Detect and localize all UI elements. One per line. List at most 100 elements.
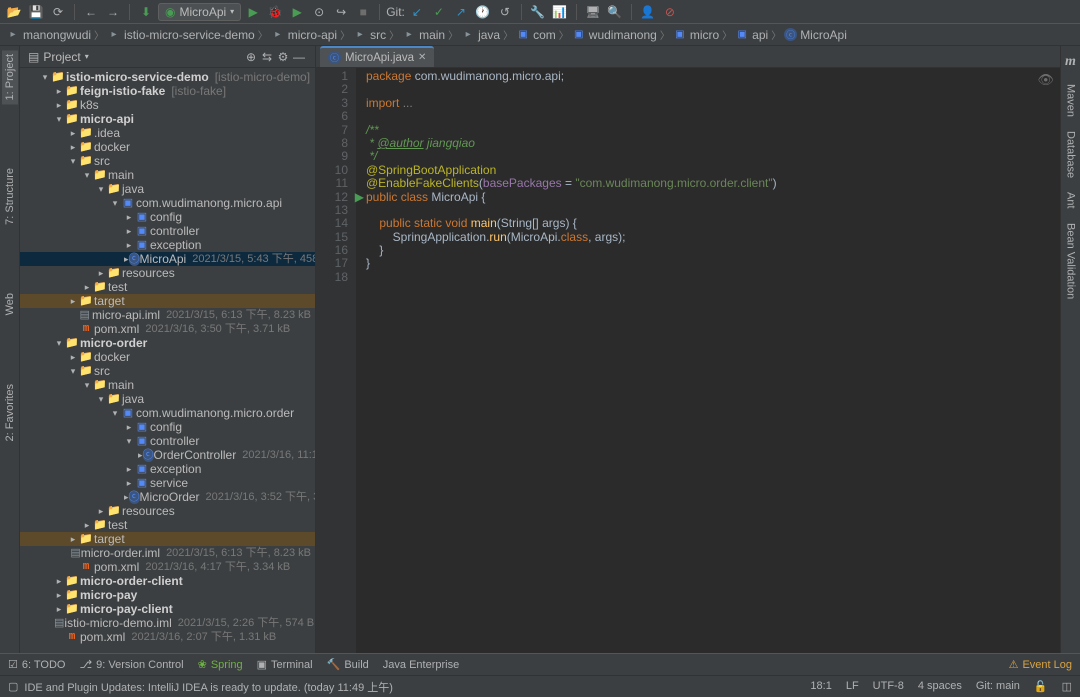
tree-row[interactable]: ▸ⓒMicroApi2021/3/15, 5:43 下午, 458 B	[20, 252, 315, 266]
tree-row[interactable]: ▾📁micro-order	[20, 336, 315, 350]
tree-row[interactable]: ▸ⓒMicroOrder2021/3/16, 3:52 下午, 345 B	[20, 490, 315, 504]
breadcrumb-item[interactable]: ▣wudimanong	[572, 28, 657, 42]
tree-row[interactable]: ▸📁micro-order-client	[20, 574, 315, 588]
git-rollback-icon[interactable]: ↺	[495, 2, 515, 22]
tree-row[interactable]: mpom.xml2021/3/16, 2:07 下午, 1.31 kB	[20, 630, 315, 644]
run-config-selector[interactable]: ◉MicroApi▾	[158, 3, 241, 21]
tree-row[interactable]: mpom.xml2021/3/16, 4:17 下午, 3.34 kB	[20, 560, 315, 574]
git-update-icon[interactable]: ↙	[407, 2, 427, 22]
project-tree[interactable]: ▾📁istio-micro-service-demo[istio-micro-d…	[20, 68, 315, 653]
forward-icon[interactable]: →	[103, 2, 123, 22]
tree-row[interactable]: ▸📁.idea	[20, 126, 315, 140]
breadcrumb-item[interactable]: ▸istio-micro-service-demo	[107, 28, 255, 42]
ide-icon[interactable]: 🖥	[583, 2, 603, 22]
back-icon[interactable]: ←	[81, 2, 101, 22]
settings-icon[interactable]: 🔧	[528, 2, 548, 22]
breadcrumb-item[interactable]: ▣micro	[673, 28, 719, 42]
tree-row[interactable]: ▤micro-order.iml2021/3/15, 6:13 下午, 8.23…	[20, 546, 315, 560]
tree-row[interactable]: ▸📁target	[20, 294, 315, 308]
tab-web[interactable]: Web	[2, 289, 18, 319]
tree-row[interactable]: ▸▣exception	[20, 462, 315, 476]
inspection-icon[interactable]: 👁	[1037, 72, 1054, 88]
project-panel-title[interactable]: ▤ Project ▾	[28, 50, 89, 64]
save-icon[interactable]: 💾	[26, 2, 46, 22]
tw-eventlog[interactable]: ⚠ Event Log	[1009, 658, 1072, 671]
breadcrumb-item[interactable]: ▣com	[516, 28, 556, 42]
tree-row[interactable]: ▸▣config	[20, 210, 315, 224]
tree-row[interactable]: ▸📁docker	[20, 350, 315, 364]
refresh-icon[interactable]: ⟳	[48, 2, 68, 22]
tree-row[interactable]: ▸📁micro-pay	[20, 588, 315, 602]
tab-maven-label[interactable]: Maven	[1063, 80, 1079, 121]
attach-icon[interactable]: ↪	[331, 2, 351, 22]
tree-row[interactable]: ▸▣service	[20, 476, 315, 490]
tree-row[interactable]: ▾📁micro-api	[20, 112, 315, 126]
status-icon[interactable]: ▢	[8, 680, 18, 693]
settings-icon[interactable]: ⚙	[275, 49, 291, 65]
tree-row[interactable]: ▾📁main	[20, 168, 315, 182]
git-push-icon[interactable]: ↗	[451, 2, 471, 22]
tab-database[interactable]: Database	[1063, 127, 1079, 182]
project-structure-icon[interactable]: 📊	[550, 2, 570, 22]
caret-position[interactable]: 18:1	[810, 680, 831, 693]
tree-row[interactable]: ▤micro-api.iml2021/3/15, 6:13 下午, 8.23 k…	[20, 308, 315, 322]
breadcrumb-item[interactable]: ▸micro-api	[271, 28, 337, 42]
open-icon[interactable]: 📂	[4, 2, 24, 22]
tree-row[interactable]: ▸📁test	[20, 280, 315, 294]
close-tab-icon[interactable]: ✕	[418, 52, 426, 63]
tree-row[interactable]: ▾▣controller	[20, 434, 315, 448]
tw-terminal[interactable]: ▣ Terminal	[257, 658, 313, 671]
tree-row[interactable]: ▸📁k8s	[20, 98, 315, 112]
tree-row[interactable]: ▾📁src	[20, 364, 315, 378]
breadcrumb-item[interactable]: ▣api	[735, 28, 768, 42]
tab-bean-validation[interactable]: Bean Validation	[1063, 219, 1079, 303]
tw-vcs[interactable]: ⎇ 9: Version Control	[79, 658, 183, 671]
tree-row[interactable]: ▸▣exception	[20, 238, 315, 252]
search-icon[interactable]: 🔍	[605, 2, 625, 22]
tab-favorites[interactable]: 2: Favorites	[2, 380, 18, 445]
tree-row[interactable]: mpom.xml2021/3/16, 3:50 下午, 3.71 kB	[20, 322, 315, 336]
tree-row[interactable]: ▸📁test	[20, 518, 315, 532]
avatar-icon[interactable]: 👤	[638, 2, 658, 22]
select-opened-icon[interactable]: ⊕	[243, 49, 259, 65]
git-branch[interactable]: Git: main	[976, 680, 1020, 693]
tw-spring[interactable]: ❀ Spring	[198, 658, 243, 671]
expand-all-icon[interactable]: ⇆	[259, 49, 275, 65]
tab-microapi[interactable]: ⓒ MicroApi.java ✕	[320, 46, 434, 67]
tree-row[interactable]: ▾📁src	[20, 154, 315, 168]
git-commit-icon[interactable]: ✓	[429, 2, 449, 22]
encoding[interactable]: UTF-8	[873, 680, 904, 693]
tab-ant[interactable]: Ant	[1063, 188, 1079, 213]
tw-todo[interactable]: ☑ 6: TODO	[8, 658, 65, 671]
tree-row[interactable]: ▸📁docker	[20, 140, 315, 154]
tab-maven[interactable]: m	[1063, 50, 1078, 74]
breadcrumb-item[interactable]: ⓒMicroApi	[784, 28, 847, 42]
hide-icon[interactable]: —	[291, 49, 307, 65]
lock-icon[interactable]: 🔓	[1034, 680, 1048, 693]
tree-row[interactable]: ▸📁micro-pay-client	[20, 602, 315, 616]
git-history-icon[interactable]: 🕐	[473, 2, 493, 22]
profile-icon[interactable]: ⊙	[309, 2, 329, 22]
tree-row[interactable]: ▸📁feign-istio-fake[istio-fake]	[20, 84, 315, 98]
block-icon[interactable]: ⊘	[660, 2, 680, 22]
tree-row[interactable]: ▾📁istio-micro-service-demo[istio-micro-d…	[20, 70, 315, 84]
tree-row[interactable]: ▤istio-micro-demo.iml2021/3/15, 2:26 下午,…	[20, 616, 315, 630]
tree-row[interactable]: ▸📁resources	[20, 504, 315, 518]
tree-row[interactable]: ▸📁target	[20, 532, 315, 546]
breadcrumb-item[interactable]: ▸src	[353, 28, 386, 42]
breadcrumb-item[interactable]: ▸main	[402, 28, 445, 42]
code-editor[interactable]: 👁 1236789101112▶131415161718 package com…	[316, 68, 1060, 653]
tree-row[interactable]: ▸▣config	[20, 420, 315, 434]
indent[interactable]: 4 spaces	[918, 680, 962, 693]
tree-row[interactable]: ▸▣controller	[20, 224, 315, 238]
memory-icon[interactable]: ◫	[1062, 680, 1072, 693]
line-ending[interactable]: LF	[846, 680, 859, 693]
breadcrumb-item[interactable]: ▸java	[461, 28, 500, 42]
coverage-icon[interactable]: ▶	[287, 2, 307, 22]
build-icon[interactable]: ⬇	[136, 2, 156, 22]
tree-row[interactable]: ▾📁java	[20, 182, 315, 196]
tree-row[interactable]: ▾▣com.wudimanong.micro.order	[20, 406, 315, 420]
tw-build[interactable]: 🔨 Build	[327, 658, 369, 671]
tree-row[interactable]: ▾📁java	[20, 392, 315, 406]
tree-row[interactable]: ▾▣com.wudimanong.micro.api	[20, 196, 315, 210]
